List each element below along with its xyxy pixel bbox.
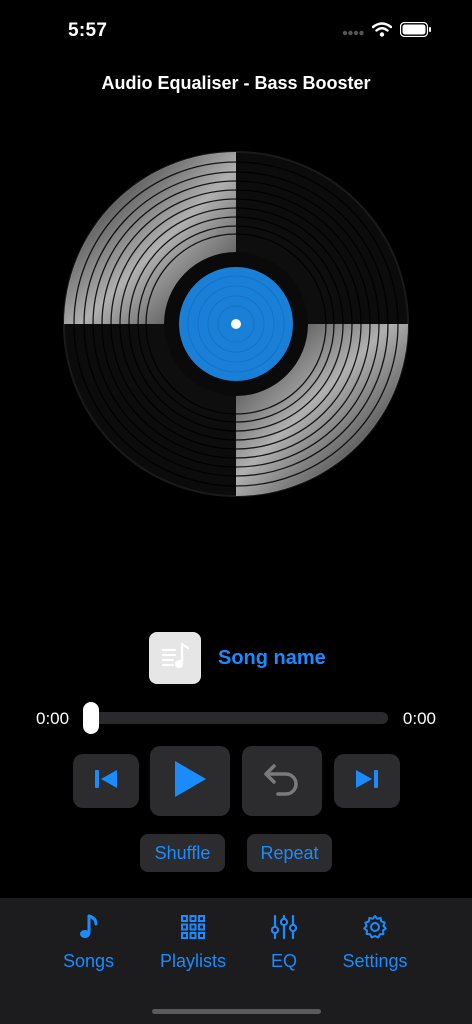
status-icons bbox=[342, 21, 432, 42]
song-name: Song name bbox=[218, 646, 326, 669]
gear-icon bbox=[362, 914, 388, 945]
next-button[interactable] bbox=[334, 754, 400, 808]
undo-icon bbox=[262, 760, 302, 803]
music-list-icon bbox=[158, 639, 192, 678]
skip-next-icon bbox=[354, 768, 380, 795]
grid-icon bbox=[180, 914, 206, 945]
repeat-button[interactable]: Repeat bbox=[247, 834, 332, 872]
sliders-icon bbox=[270, 914, 298, 945]
tab-bar: Songs Playlists EQ Settings bbox=[0, 898, 472, 1024]
tab-settings[interactable]: Settings bbox=[340, 914, 410, 972]
progress-track[interactable] bbox=[88, 712, 388, 724]
tab-label-playlists: Playlists bbox=[159, 951, 226, 971]
elapsed-time: 0:00 bbox=[36, 709, 70, 728]
cellular-signal-icon bbox=[342, 23, 364, 41]
undo-button[interactable] bbox=[242, 746, 322, 816]
tab-label-settings: Settings bbox=[342, 951, 408, 971]
tab-eq[interactable]: EQ bbox=[268, 914, 300, 972]
progress-thumb[interactable] bbox=[83, 702, 99, 734]
now-playing-row: Song name bbox=[149, 632, 326, 684]
vinyl-disc bbox=[62, 150, 410, 498]
tab-label-eq: EQ bbox=[270, 951, 297, 971]
app-title: Audio Equaliser - Bass Booster bbox=[101, 73, 371, 93]
skip-previous-icon bbox=[93, 768, 119, 795]
play-button[interactable] bbox=[150, 746, 230, 816]
wifi-icon bbox=[371, 22, 393, 42]
shuffle-button[interactable]: Shuffle bbox=[140, 834, 225, 872]
status-time: 5:57 bbox=[68, 20, 108, 41]
song-artwork bbox=[149, 632, 201, 684]
tab-songs[interactable]: Songs bbox=[62, 914, 115, 972]
play-icon bbox=[172, 759, 208, 804]
music-note-icon bbox=[78, 914, 100, 945]
tab-playlists[interactable]: Playlists bbox=[158, 914, 228, 972]
duration-time: 0:00 bbox=[402, 709, 436, 728]
battery-icon bbox=[399, 21, 432, 42]
home-indicator bbox=[152, 1009, 321, 1014]
previous-button[interactable] bbox=[73, 754, 139, 808]
status-bar: 5:57 bbox=[0, 0, 472, 60]
tab-label-songs: Songs bbox=[62, 951, 115, 971]
